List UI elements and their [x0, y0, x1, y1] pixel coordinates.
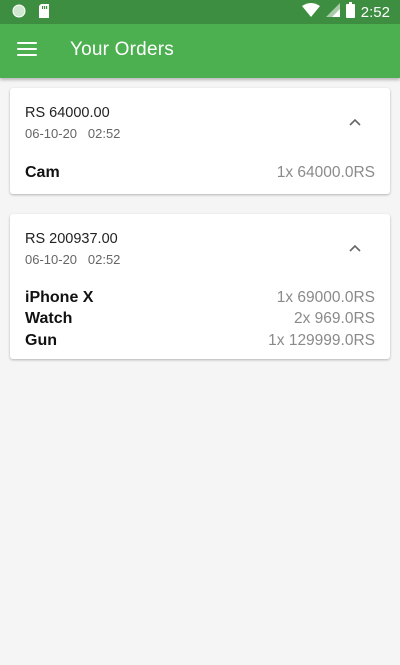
item-quantity-price: 1x 64000.0RS [276, 163, 375, 181]
order-card[interactable]: RS 64000.00 06-10-20 02:52 Cam 1x 64000.… [10, 88, 390, 194]
list-item: iPhone X 1x 69000.0RS [25, 287, 375, 309]
app-bar: Your Orders [0, 24, 400, 78]
order-total: RS 200937.00 [25, 231, 118, 247]
hamburger-menu-icon[interactable] [17, 42, 37, 58]
order-card[interactable]: RS 200937.00 06-10-20 02:52 iPhone X 1x … [10, 214, 390, 359]
cell-signal-icon [325, 3, 340, 22]
item-name: Cam [25, 163, 60, 181]
item-name: Gun [25, 331, 57, 349]
order-date: 06-10-20 02:52 [25, 252, 121, 267]
order-items: iPhone X 1x 69000.0RS Watch 2x 969.0RS G… [25, 287, 375, 352]
item-quantity-price: 1x 129999.0RS [268, 331, 375, 349]
item-name: Watch [25, 310, 73, 328]
order-date: 06-10-20 02:52 [25, 126, 121, 141]
page-title: Your Orders [70, 39, 174, 60]
list-item: Gun 1x 129999.0RS [25, 330, 375, 352]
item-name: iPhone X [25, 288, 94, 306]
chevron-up-icon[interactable] [348, 240, 364, 252]
status-time: 2:52 [360, 3, 390, 21]
item-quantity-price: 2x 969.0RS [294, 310, 375, 328]
list-item: Watch 2x 969.0RS [25, 309, 375, 331]
list-item: Cam 1x 64000.0RS [25, 162, 375, 184]
order-items: Cam 1x 64000.0RS [25, 162, 375, 184]
order-total: RS 64000.00 [25, 105, 110, 121]
sd-card-icon [38, 4, 50, 23]
chevron-up-icon[interactable] [348, 114, 364, 126]
item-quantity-price: 1x 69000.0RS [276, 288, 375, 306]
wifi-icon [301, 3, 320, 22]
status-bar: 2:52 [0, 0, 400, 24]
circle-notification-icon [12, 4, 26, 23]
battery-icon [345, 2, 355, 23]
